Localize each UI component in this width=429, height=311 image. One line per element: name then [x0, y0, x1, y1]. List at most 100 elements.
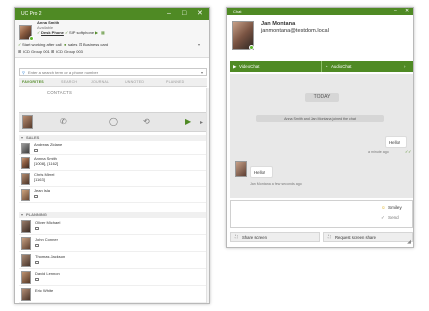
chat-minimize-button[interactable]: –: [394, 8, 397, 15]
contacts-scrollbar[interactable]: [206, 88, 209, 303]
call-icon[interactable]: ✆: [60, 117, 67, 126]
video-icon: ▶: [233, 64, 237, 69]
chat-contact-address[interactable]: janmontana@testdom.local: [261, 28, 329, 34]
share-screen-button[interactable]: ⛶ Share screen: [230, 232, 320, 242]
request-screen-share-button[interactable]: ⛶ Request screen share: [323, 232, 413, 242]
tab-planned[interactable]: PLANNED: [166, 80, 184, 84]
contact-avatar: [21, 288, 31, 301]
tab-journal[interactable]: JOURNAL: [91, 80, 109, 84]
softphone-check-icon: ✓: [65, 30, 69, 35]
selected-contact-avatar[interactable]: [22, 115, 33, 129]
contact-name: John Conner: [35, 237, 58, 242]
join-notice: Anna Smith and Jan Montana joined the ch…: [256, 115, 384, 122]
contact-extension: [1008], [1162]: [34, 160, 59, 166]
phone-icon[interactable]: [34, 195, 38, 198]
dropdown-arrow-icon[interactable]: ▾: [198, 42, 200, 48]
phone-icon[interactable]: [34, 149, 38, 152]
maximize-button[interactable]: □: [182, 9, 186, 19]
desk-phone-link[interactable]: Desk Phone: [41, 30, 64, 36]
icd-group-2[interactable]: ICD Group 003: [56, 49, 83, 55]
chat-title: Chat: [233, 9, 242, 14]
contacts-header-label: CONTACTS: [47, 90, 73, 95]
group-header-planning[interactable]: ▾ PLANNING: [19, 212, 207, 218]
delivered-check-icon: ✓✓: [405, 150, 412, 154]
group-header-sales[interactable]: ▾ SALES: [19, 135, 207, 141]
group-name-planning: PLANNING: [26, 212, 47, 217]
contact-row[interactable]: Oliver Michael: [19, 219, 207, 235]
join-notice-text: Anna Smith and Jan Montana joined the ch…: [284, 116, 356, 121]
contact-avatar: [21, 271, 31, 284]
contact-name: David Lennon: [35, 271, 60, 276]
audio-icon: ◔: [325, 64, 328, 69]
icd-group-1[interactable]: ICD Group 001: [23, 49, 50, 55]
search-box[interactable]: ⚲ Enter a search term or a phone number …: [19, 68, 207, 76]
outgoing-message-text: Hello!: [389, 140, 401, 145]
chat-close-button[interactable]: ✕: [405, 8, 409, 15]
contacts-section-header: CONTACTS: [19, 90, 207, 97]
collapse-arrow-icon[interactable]: ▾: [21, 135, 23, 141]
minimize-button[interactable]: –: [167, 9, 171, 19]
video-play-icon[interactable]: ▶: [185, 117, 191, 126]
main-tabs: FAVORITES SEARCH JOURNAL UNNOTED PLANNED: [19, 78, 207, 87]
contact-action-bar: ✆ ◯ ⟲ ▶ ▸: [19, 112, 207, 132]
chat-titlebar: Chat – ✕: [227, 8, 413, 15]
contact-avatar: [21, 143, 30, 154]
collapse-arrow-icon[interactable]: ▾: [21, 212, 23, 218]
available-status-icon: [29, 36, 34, 41]
contact-row[interactable]: David Lennon: [19, 270, 207, 286]
grid-icon[interactable]: ▦: [101, 30, 105, 36]
tab-favorites[interactable]: FAVORITES: [22, 80, 44, 84]
tab-unnoted[interactable]: UNNOTED: [125, 80, 144, 84]
incoming-message-text: Hello!: [254, 170, 266, 175]
audio-chat-button[interactable]: AudioChat: [331, 64, 352, 69]
contact-row[interactable]: Annna Smith [1008], [1162]: [19, 156, 207, 171]
sip-softphone-link[interactable]: SIP softphone: [69, 30, 94, 36]
chat-icon[interactable]: ◯: [109, 117, 118, 126]
smiley-button[interactable]: Smiley: [388, 205, 402, 210]
smiley-icon[interactable]: ☺: [381, 205, 386, 210]
message-compose[interactable]: ☺ Smiley ✓ Send: [230, 200, 413, 228]
start-working-option[interactable]: Start working after call: [22, 42, 62, 48]
contact-name: Andreas Zidane: [34, 142, 63, 147]
contact-row[interactable]: Thomas Jackson: [19, 253, 207, 269]
phone-icon[interactable]: [35, 244, 39, 247]
more-arrow-icon[interactable]: ▸: [200, 119, 203, 126]
contact-row[interactable]: Andreas Zidane: [19, 142, 207, 155]
share-screen-icon: ⛶: [235, 234, 238, 239]
phone-icon[interactable]: [35, 261, 39, 264]
contact-row[interactable]: John Conner: [19, 236, 207, 252]
transfer-icon[interactable]: ⟲: [143, 117, 150, 126]
send-button[interactable]: Send: [388, 215, 399, 220]
media-arrow-icon[interactable]: ›: [404, 64, 405, 69]
sales-dot-icon: ●: [64, 42, 67, 47]
sales-label[interactable]: sales: [68, 42, 77, 48]
incoming-avatar: [235, 161, 247, 177]
contact-avatar: [21, 237, 31, 250]
uc-main-window: UC Pro 2 – □ ✕ Anna Smith Available ✓ De…: [14, 7, 210, 304]
media-divider: [321, 61, 322, 72]
outgoing-message: Hello!: [385, 136, 407, 148]
search-dropdown-icon[interactable]: ▾: [201, 70, 203, 76]
phone-icon[interactable]: [35, 278, 39, 281]
contact-row[interactable]: Jean Isla: [19, 188, 207, 203]
incoming-message-meta: Jan Montana a few seconds ago: [250, 182, 302, 186]
chat-history: TODAY Anna Smith and Jan Montana joined …: [230, 74, 413, 198]
close-button[interactable]: ✕: [197, 9, 203, 19]
resize-grip-icon[interactable]: ◢: [407, 239, 411, 245]
business-card-link[interactable]: Business card: [83, 42, 108, 48]
tab-search[interactable]: SEARCH: [61, 80, 77, 84]
search-input[interactable]: Enter a search term or a phone number: [28, 70, 98, 76]
incoming-message: Hello!: [250, 166, 273, 178]
contact-extension: [1163]: [34, 176, 45, 182]
play-icon[interactable]: ▶: [95, 30, 98, 36]
date-label: TODAY: [313, 94, 331, 100]
group-name-sales: SALES: [26, 135, 40, 140]
chat-contact-header: Jan Montana janmontana@testdom.local: [227, 15, 413, 60]
phone-icon[interactable]: [35, 227, 39, 230]
contact-row[interactable]: Eric White: [19, 287, 207, 303]
chat-contact-name: Jan Montana: [261, 21, 296, 27]
video-chat-button[interactable]: VideoChat: [239, 64, 259, 69]
request-share-icon: ⛶: [328, 234, 331, 239]
app-title: UC Pro 2: [21, 11, 42, 17]
contact-row[interactable]: Chris Mirrel [1163]: [19, 172, 207, 187]
